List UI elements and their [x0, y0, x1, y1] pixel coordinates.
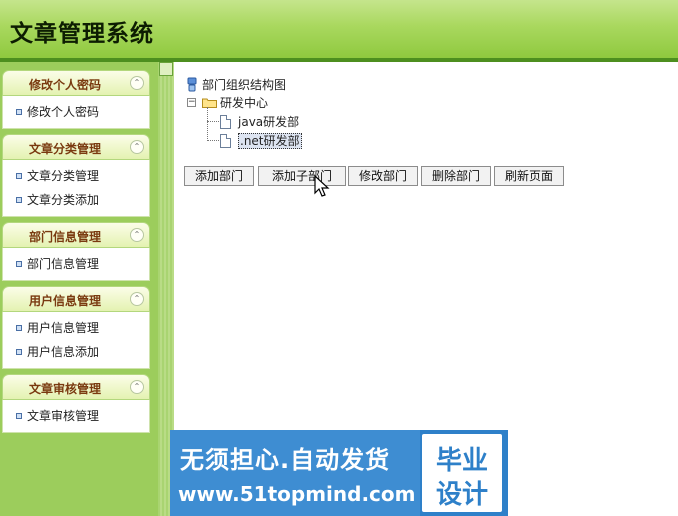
tree-root-label: 部门组织结构图 — [202, 78, 287, 92]
tree-root[interactable]: 部门组织结构图 — [186, 76, 286, 94]
tree-connector — [207, 121, 219, 122]
menu-section-body: 用户信息管理 用户信息添加 — [2, 312, 150, 369]
sidebar-item-user-add[interactable]: 用户信息添加 — [3, 340, 149, 364]
sidebar-item-label: 文章审核管理 — [27, 409, 100, 423]
menu-section-header[interactable]: 修改个人密码 ⌃ — [2, 70, 150, 96]
sidebar-item-category-manage[interactable]: 文章分类管理 — [3, 164, 149, 188]
sidebar-item-department-manage[interactable]: 部门信息管理 — [3, 252, 149, 276]
refresh-page-button[interactable]: 刷新页面 — [494, 166, 564, 186]
tree-connector — [207, 107, 208, 141]
bullet-icon — [16, 349, 22, 355]
bullet-icon — [16, 325, 22, 331]
bullet-icon — [16, 413, 22, 419]
menu-section-body: 修改个人密码 — [2, 96, 150, 129]
app-title: 文章管理系统 — [10, 21, 154, 47]
menu-section-article-category: 文章分类管理 ⌃ 文章分类管理 文章分类添加 — [2, 134, 150, 217]
menu-section-title: 部门信息管理 — [28, 230, 101, 244]
menu-section-body: 文章分类管理 文章分类添加 — [2, 160, 150, 217]
menu-section-review: 文章审核管理 ⌃ 文章审核管理 — [2, 374, 150, 433]
banner-badge: 毕业 设计 — [422, 434, 502, 512]
tree-leaf-dotnet[interactable]: .net研发部 — [220, 132, 302, 150]
collapse-icon[interactable]: ⌃ — [130, 76, 144, 90]
delete-department-button[interactable]: 删除部门 — [421, 166, 491, 186]
sidebar: 修改个人密码 ⌃ 修改个人密码 文章分类管理 ⌃ 文章分类管理 文章分类添加 部… — [0, 62, 158, 516]
menu-section-department: 部门信息管理 ⌃ 部门信息管理 — [2, 222, 150, 281]
tree-node[interactable]: − 研发中心 — [186, 94, 268, 112]
banner-badge-line2: 设计 — [435, 480, 488, 510]
sidebar-item-label: 文章分类管理 — [27, 169, 100, 183]
collapse-icon[interactable]: ⌃ — [130, 292, 144, 306]
sidebar-item-label: 部门信息管理 — [27, 257, 100, 271]
menu-section-header[interactable]: 部门信息管理 ⌃ — [2, 222, 150, 248]
menu-section-body: 部门信息管理 — [2, 248, 150, 281]
banner-url: www.51topmind.com — [178, 482, 416, 506]
sidebar-item-change-password[interactable]: 修改个人密码 — [3, 100, 149, 124]
banner-slogan: 无须担心.自动发货 — [180, 446, 391, 474]
document-icon — [220, 134, 231, 148]
bullet-icon — [16, 173, 22, 179]
collapse-icon[interactable]: ⌃ — [130, 380, 144, 394]
sidebar-toggle-icon[interactable] — [159, 62, 173, 76]
sidebar-item-category-add[interactable]: 文章分类添加 — [3, 188, 149, 212]
collapse-icon[interactable]: ⌃ — [130, 228, 144, 242]
sidebar-item-label: 文章分类添加 — [27, 193, 100, 207]
add-sub-department-button[interactable]: 添加子部门 — [258, 166, 346, 186]
tree-leaf-label: java研发部 — [238, 115, 300, 129]
menu-section-header[interactable]: 文章分类管理 ⌃ — [2, 134, 150, 160]
menu-section-header[interactable]: 用户信息管理 ⌃ — [2, 286, 150, 312]
menu-section-password: 修改个人密码 ⌃ 修改个人密码 — [2, 70, 150, 129]
banner-badge-line1: 毕业 — [435, 446, 488, 476]
tree-node-label: 研发中心 — [220, 96, 269, 110]
tree-connector — [207, 140, 219, 141]
menu-section-header[interactable]: 文章审核管理 ⌃ — [2, 374, 150, 400]
bullet-icon — [16, 197, 22, 203]
bullet-icon — [16, 109, 22, 115]
org-root-icon — [187, 77, 197, 92]
menu-section-title: 文章分类管理 — [28, 142, 101, 156]
tree-leaf-java[interactable]: java研发部 — [220, 113, 299, 131]
bullet-icon — [16, 261, 22, 267]
collapse-icon[interactable]: ⌃ — [130, 140, 144, 154]
sidebar-item-label: 用户信息管理 — [27, 321, 100, 335]
menu-section-body: 文章审核管理 — [2, 400, 150, 433]
add-department-button[interactable]: 添加部门 — [184, 166, 254, 186]
sidebar-item-label: 用户信息添加 — [27, 345, 100, 359]
tree-leaf-label-selected: .net研发部 — [238, 133, 302, 149]
watermark-banner: 无须担心.自动发货 www.51topmind.com 毕业 设计 — [170, 430, 508, 516]
document-icon — [220, 115, 231, 129]
banner-left-panel: 无须担心.自动发货 www.51topmind.com — [170, 430, 420, 516]
cursor-icon — [314, 175, 330, 197]
sidebar-item-user-manage[interactable]: 用户信息管理 — [3, 316, 149, 340]
sidebar-item-label: 修改个人密码 — [27, 105, 100, 119]
sidebar-item-review-manage[interactable]: 文章审核管理 — [3, 404, 149, 428]
folder-icon — [202, 98, 217, 108]
menu-section-user: 用户信息管理 ⌃ 用户信息管理 用户信息添加 — [2, 286, 150, 369]
app-header: 文章管理系统 — [0, 0, 678, 62]
menu-section-title: 修改个人密码 — [28, 78, 101, 92]
menu-section-title: 用户信息管理 — [28, 294, 101, 308]
menu-section-title: 文章审核管理 — [28, 382, 101, 396]
edit-department-button[interactable]: 修改部门 — [348, 166, 418, 186]
collapse-node-icon[interactable]: − — [187, 98, 196, 107]
